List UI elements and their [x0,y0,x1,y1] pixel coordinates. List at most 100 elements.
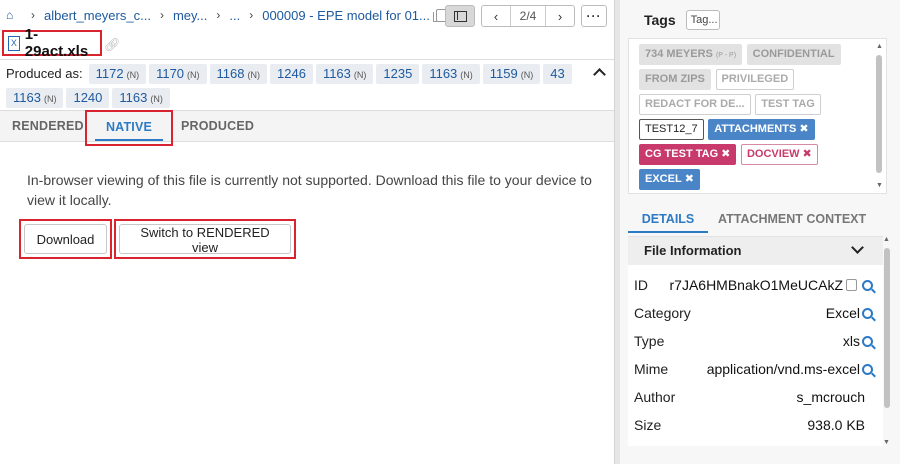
produced-as-suffix: (N) [126,70,140,80]
produced-as-number: 1163 [13,90,41,105]
remove-tag-icon[interactable]: ✖ [721,148,730,160]
tag-chip[interactable]: DOCVIEW ✖ [740,144,818,165]
info-value: application/vnd.ms-excel [706,361,860,377]
tag-chip[interactable]: TEST12_7 [639,119,704,140]
breadcrumb-item-document[interactable]: 000009 - EPE model for 01... [262,8,430,23]
breadcrumb-item-custodian[interactable]: albert_meyers_c... [44,8,151,23]
breadcrumb-item-folder[interactable]: mey... [173,8,207,23]
tags-scrollbar[interactable]: ▲ ▼ [875,43,883,189]
produced-as-chip[interactable]: 1163 (N) [315,64,374,84]
file-information-header[interactable]: File Information [628,237,883,265]
home-icon[interactable]: ⌂ [6,8,22,22]
produced-as-suffix: (N) [353,70,367,80]
next-document-button[interactable]: › [546,6,574,26]
produced-as-chip[interactable]: 1240 [66,88,110,108]
tag-input[interactable]: Tag... [685,10,720,30]
details-tabs: DETAILS ATTACHMENT CONTEXT [620,205,900,235]
tab-details[interactable]: DETAILS [628,205,708,233]
tab-produced[interactable]: PRODUCED [181,111,254,141]
produced-as-number: 1163 [429,66,458,81]
remove-tag-icon[interactable]: ✖ [803,148,812,160]
previous-document-button[interactable]: ‹ [482,6,510,26]
info-value-group: s_mcrouch [797,383,865,411]
scroll-down-icon[interactable]: ▼ [876,182,883,189]
info-value: Excel [825,305,860,321]
produced-as-number: 1168 [216,66,245,81]
produced-as-suffix: (N) [460,70,473,80]
toggle-panel-button[interactable] [445,5,475,27]
produced-as-chip[interactable]: 43 [543,64,572,84]
search-icon[interactable] [862,363,873,375]
produced-as-chip[interactable]: 1163 (N) [6,88,64,108]
produced-as-chip[interactable]: 1246 [270,64,313,84]
switch-to-rendered-button[interactable]: Switch to RENDERED view [119,224,291,255]
scroll-up-icon[interactable]: ▲ [883,236,890,243]
info-value-group: 938.0 KB [807,411,865,439]
info-key: Size [634,417,662,433]
tag-chip[interactable]: REDACT FOR DE... [639,94,751,115]
search-icon[interactable] [862,279,873,291]
info-key: Mime [634,361,669,377]
tag-chip[interactable]: FROM ZIPS [639,69,711,90]
tab-rendered[interactable]: RENDERED [12,111,84,141]
tab-attachment-context[interactable]: ATTACHMENT CONTEXT [718,205,866,233]
excel-file-icon: X [8,35,20,51]
produced-as-suffix: (N) [43,94,57,104]
scrollbar-thumb[interactable] [884,248,890,408]
panel-icon [453,10,467,22]
produced-as-chip[interactable]: 1168 (N) [209,64,268,84]
produced-as-list: Produced as: 1172 (N) 1170 (N) 1168 (N) 1246 116… [6,64,596,112]
scroll-down-icon[interactable]: ▼ [883,439,890,446]
tag-chip[interactable]: ATTACHMENTS ✖ [708,119,815,140]
produced-as-number: 1235 [383,66,413,81]
info-value: 938.0 KB [807,417,865,433]
tag-chip[interactable]: CG TEST TAG ✖ [639,144,737,165]
tag-label: REDACT FOR DE... [645,98,745,110]
info-value-group: r7JA6HMBnakO1MeUCAkZ [669,271,873,299]
produced-as-suffix: (N) [247,70,261,80]
view-tabs: RENDERED NATIVE PRODUCED [0,110,614,146]
produced-as-number: 43 [550,66,565,81]
chevron-right-icon: › [216,8,221,22]
produced-as-chip[interactable]: 1235 [376,64,420,84]
produced-as-suffix: (N) [150,94,163,104]
chevron-right-icon: › [31,8,35,22]
tab-native[interactable]: NATIVE [85,110,173,146]
tag-chip[interactable]: TEST TAG [755,94,821,115]
produced-as-chip[interactable]: 1170 (N) [149,64,207,84]
link-icon[interactable]: 🔗︎ [104,37,121,53]
unsupported-viewer-message: In-browser viewing of this file is curre… [27,172,592,208]
produced-as-chip[interactable]: 1159 (N) [482,64,541,84]
breadcrumb-item-ellipsis[interactable]: ... [229,8,240,23]
search-icon[interactable] [862,335,873,347]
tag-chip[interactable]: 734 MEYERS (P - P) [639,44,743,65]
search-icon[interactable] [862,307,873,319]
more-options-button[interactable]: ··· [581,5,607,27]
tag-chip[interactable]: PRIVILEGED [715,69,795,90]
tag-chip[interactable]: CONFIDENTIAL [746,44,841,65]
remove-tag-icon[interactable]: ✖ [685,173,694,185]
info-row: Size 938.0 KB [628,411,883,439]
document-pager: ‹ 2/4 › [481,5,575,27]
remove-tag-icon[interactable]: ✖ [799,123,808,135]
produced-as-number: 1170 [156,66,185,81]
collapse-chevron-up-icon[interactable] [593,66,605,78]
chevron-down-icon[interactable] [851,243,863,255]
info-row: Author s_mcrouch [628,383,883,411]
produced-as-chip[interactable]: 1163 (N) [112,88,170,108]
scroll-up-icon[interactable]: ▲ [876,43,883,50]
details-scrollbar[interactable]: ▲ ▼ [883,236,891,446]
produced-as-chip[interactable]: 1163 (N) [422,64,480,84]
scrollbar-thumb[interactable] [876,55,882,173]
chevron-right-icon: › [249,8,254,22]
download-button[interactable]: Download [24,224,107,254]
tag-chip[interactable]: EXCEL ✖ [639,169,700,190]
info-row: Type xls [628,327,883,355]
download-button-highlight: Download [19,219,112,259]
copy-icon[interactable] [846,279,857,291]
info-value: xls [842,333,860,349]
produced-as-suffix: (N) [187,70,200,80]
produced-as-chip[interactable]: 1172 (N) [88,64,147,84]
produced-as-label: Produced as: [6,66,83,81]
info-value: r7JA6HMBnakO1MeUCAkZ [669,277,844,293]
